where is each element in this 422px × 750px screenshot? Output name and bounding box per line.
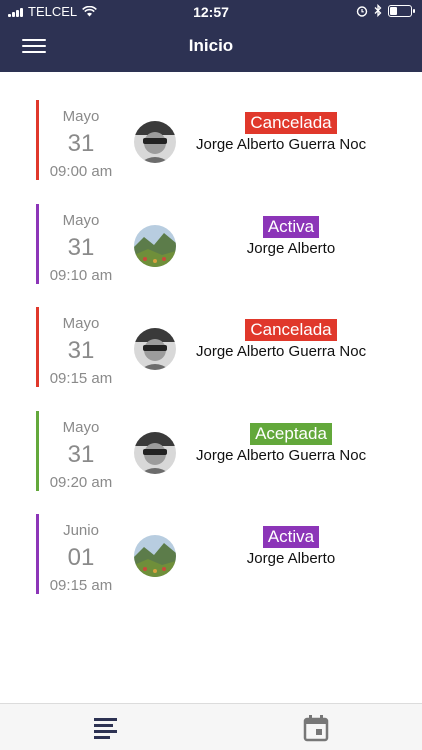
appointment-month: Mayo: [62, 315, 100, 332]
client-name: Jorge Alberto: [246, 239, 336, 257]
bottom-tab-bar: [0, 703, 422, 750]
appointment-row[interactable]: Mayo 31 09:15 am Cancelada Jorge Alberto…: [0, 307, 422, 387]
bluetooth-icon: [374, 4, 382, 17]
appointment-info: Activa Jorge Alberto: [196, 526, 386, 567]
avatar-person-photo: [134, 328, 176, 370]
tab-list[interactable]: [92, 714, 120, 742]
status-badge: Activa: [262, 526, 320, 548]
appointment-month: Mayo: [62, 211, 100, 229]
appointment-info: Activa Jorge Alberto: [196, 215, 386, 257]
client-name: Jorge Alberto Guerra Noc: [196, 446, 367, 464]
avatar-landscape-photo: [134, 535, 176, 577]
appointment-day: 31: [67, 233, 95, 261]
client-name: Jorge Alberto Guerra Noc: [196, 343, 367, 360]
status-color-bar: [36, 203, 39, 284]
appointment-time: 09:10 am: [49, 266, 113, 284]
status-badge: Aceptada: [250, 422, 332, 445]
avatar-person-photo: [134, 121, 176, 163]
status-color-bar: [36, 307, 39, 387]
status-right: [356, 4, 415, 17]
appointment-list: Mayo 31 09:00 am Cancelada Jorge Alberto…: [0, 100, 422, 618]
appointment-info: Aceptada Jorge Alberto Guerra Noc: [196, 422, 386, 464]
list-icon: [94, 718, 117, 739]
appointment-row[interactable]: Mayo 31 09:10 am Activa Jorge Alberto: [0, 203, 422, 284]
appointment-month: Junio: [63, 522, 99, 539]
appointment-row[interactable]: Junio 01 09:15 am Activa Jorge Alberto: [0, 514, 422, 594]
alarm-icon: [356, 5, 368, 17]
appointment-day: 31: [67, 440, 95, 468]
appointment-info: Cancelada Jorge Alberto Guerra Noc: [196, 319, 386, 360]
appointment-day: 31: [67, 337, 95, 364]
appointment-row[interactable]: Mayo 31 09:20 am Aceptada Jorge Alberto …: [0, 410, 422, 491]
battery-icon: [388, 4, 415, 17]
status-color-bar: [36, 100, 39, 180]
status-badge: Activa: [262, 215, 320, 238]
status-badge: Cancelada: [245, 112, 337, 134]
avatar-person-photo: [134, 431, 176, 474]
calendar-icon: [303, 715, 329, 742]
appointment-row[interactable]: Mayo 31 09:00 am Cancelada Jorge Alberto…: [0, 100, 422, 180]
avatar-landscape-photo: [134, 224, 176, 267]
battery-level: [390, 6, 397, 15]
appointment-month: Mayo: [62, 108, 100, 125]
appointment-time: 09:15 am: [49, 577, 113, 594]
top-header: TELCEL 12:57 Inicio: [0, 0, 422, 72]
client-name: Jorge Alberto Guerra Noc: [196, 136, 367, 153]
appointment-day: 31: [67, 130, 95, 157]
appointment-time: 09:20 am: [49, 473, 113, 491]
appointment-day: 01: [67, 544, 95, 571]
status-color-bar: [36, 410, 39, 491]
appointment-time: 09:15 am: [49, 370, 113, 387]
appointment-info: Cancelada Jorge Alberto Guerra Noc: [196, 112, 386, 153]
appointment-time: 09:00 am: [49, 163, 113, 180]
appointment-month: Mayo: [62, 418, 100, 436]
status-color-bar: [36, 514, 39, 594]
status-badge: Cancelada: [245, 319, 337, 341]
client-name: Jorge Alberto: [246, 550, 336, 567]
status-bar: TELCEL 12:57: [0, 0, 422, 24]
tab-calendar[interactable]: [302, 714, 330, 742]
page-title: Inicio: [188, 36, 234, 55]
